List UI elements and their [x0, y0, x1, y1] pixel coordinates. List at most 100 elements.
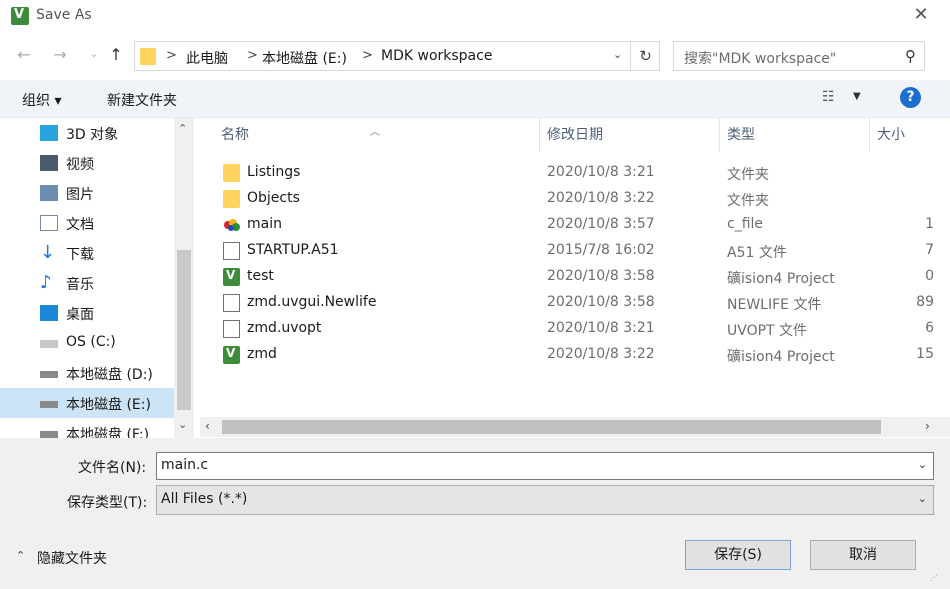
file-type: c_file: [727, 216, 764, 232]
breadcrumb-drive-e[interactable]: 本地磁盘 (E:): [262, 48, 347, 68]
filetype-select[interactable]: All Files (*.*) ⌄: [156, 485, 934, 515]
refresh-icon[interactable]: ↻: [630, 42, 660, 70]
close-icon[interactable]: ✕: [912, 6, 930, 24]
navigation-pane: 3D 对象 视频 图片 文档 ↓ 下载 ♪ 音乐 桌面 OS (C:) 本地磁盘…: [0, 118, 195, 438]
column-header-date[interactable]: 修改日期: [540, 118, 720, 152]
column-header-label: 修改日期: [547, 127, 603, 143]
file-name: test: [247, 268, 274, 284]
file-date: 2020/10/8 3:22: [547, 190, 655, 206]
sidebar-item-drive-e[interactable]: 本地磁盘 (E:): [0, 388, 174, 418]
help-icon[interactable]: ?: [900, 87, 921, 108]
sort-ascending-icon: ︿: [370, 127, 380, 138]
chevron-down-icon[interactable]: ⌄: [178, 418, 187, 431]
title-bar: Save As ✕: [0, 0, 950, 32]
file-list-scrollbar[interactable]: ‹ ›: [200, 417, 950, 437]
chevron-right-icon[interactable]: ›: [925, 419, 930, 433]
chevron-up-icon[interactable]: ⌃: [16, 549, 25, 562]
column-header-label: 名称: [221, 127, 249, 143]
search-input[interactable]: 搜索"MDK workspace": [684, 48, 836, 68]
column-header-type[interactable]: 类型: [720, 118, 870, 152]
scrollbar-thumb[interactable]: [177, 250, 191, 410]
file-row[interactable]: zmd.uvgui.Newlife 2020/10/8 3:58 NEWLIFE…: [200, 290, 950, 316]
back-arrow-icon[interactable]: ←: [14, 45, 34, 65]
file-type: A51 文件: [727, 245, 787, 261]
search-box[interactable]: 搜索"MDK workspace" ⚲: [673, 41, 925, 71]
chevron-down-icon[interactable]: ⌄: [613, 48, 622, 61]
scrollbar-thumb[interactable]: [222, 420, 881, 434]
file-name: Listings: [247, 164, 301, 180]
breadcrumb-separator[interactable]: >: [362, 48, 373, 63]
file-size: 1: [925, 216, 934, 232]
chevron-down-icon[interactable]: ⌄: [918, 492, 927, 505]
sidebar-item-desktop[interactable]: 桌面: [0, 298, 174, 328]
column-header-label: 类型: [727, 127, 755, 143]
file-size: 0: [925, 268, 934, 284]
file-row[interactable]: Listings 2020/10/8 3:21 文件夹: [200, 160, 950, 186]
file-row[interactable]: zmd 2020/10/8 3:22 礦ision4 Project 15: [200, 342, 950, 368]
file-date: 2020/10/8 3:22: [547, 346, 655, 362]
resize-grip-icon[interactable]: ⋰: [930, 573, 938, 582]
column-header-size[interactable]: 大小: [870, 118, 950, 152]
save-button[interactable]: 保存(S): [685, 540, 791, 570]
hide-folders-toggle[interactable]: 隐藏文件夹: [37, 548, 107, 568]
file-row[interactable]: Objects 2020/10/8 3:22 文件夹: [200, 186, 950, 212]
filename-field[interactable]: ⌄: [156, 452, 934, 480]
file-name: zmd.uvgui.Newlife: [247, 294, 377, 310]
breadcrumb-this-pc[interactable]: 此电脑: [186, 48, 228, 68]
breadcrumb-separator[interactable]: >: [166, 48, 177, 63]
file-type: 礦ision4 Project: [727, 349, 835, 365]
command-toolbar: 组织 ▾ 新建文件夹 ☷ ▼ ?: [0, 80, 950, 118]
column-header-name[interactable]: ︿ 名称: [200, 118, 540, 152]
sidebar-item-videos[interactable]: 视频: [0, 148, 174, 178]
c-file-icon: [223, 216, 240, 234]
chevron-down-icon[interactable]: ▼: [853, 91, 861, 102]
sidebar-item-documents[interactable]: 文档: [0, 208, 174, 238]
search-icon[interactable]: ⚲: [905, 47, 916, 65]
file-list: ︿ 名称 修改日期 类型 大小 Listings 2020/10/8 3:21 …: [200, 118, 950, 438]
sidebar-item-downloads[interactable]: ↓ 下载: [0, 238, 174, 268]
forward-arrow-icon[interactable]: →: [50, 45, 70, 65]
new-folder-button[interactable]: 新建文件夹: [107, 90, 177, 110]
cancel-button[interactable]: 取消: [810, 540, 916, 570]
sidebar-item-pictures[interactable]: 图片: [0, 178, 174, 208]
folder-icon: [223, 164, 240, 182]
sidebar-scrollbar[interactable]: ⌃ ⌄: [174, 118, 194, 438]
file-name: Objects: [247, 190, 300, 206]
chevron-up-icon[interactable]: ⌃: [178, 122, 187, 135]
sidebar-item-drive-d[interactable]: 本地磁盘 (D:): [0, 358, 174, 388]
organize-menu-button[interactable]: 组织 ▾: [22, 90, 61, 110]
file-row[interactable]: zmd.uvopt 2020/10/8 3:21 UVOPT 文件 6: [200, 316, 950, 342]
view-options-icon[interactable]: ☷: [822, 89, 835, 105]
file-size: 89: [916, 294, 934, 310]
document-icon: [223, 294, 240, 312]
file-row[interactable]: main 2020/10/8 3:57 c_file 1: [200, 212, 950, 238]
recent-locations-chevron-icon[interactable]: ⌄: [84, 45, 104, 65]
sidebar-item-music[interactable]: ♪ 音乐: [0, 268, 174, 298]
file-row[interactable]: test 2020/10/8 3:58 礦ision4 Project 0: [200, 264, 950, 290]
filename-input[interactable]: [161, 457, 901, 473]
file-name: zmd: [247, 346, 277, 362]
breadcrumb-mdk-workspace[interactable]: MDK workspace: [381, 48, 492, 64]
sidebar-item-drive-f[interactable]: 本地磁盘 (F:): [0, 418, 174, 438]
chevron-left-icon[interactable]: ‹: [205, 419, 210, 433]
chevron-down-icon[interactable]: ⌄: [918, 458, 927, 471]
sidebar-item-label: 本地磁盘 (D:): [66, 367, 153, 383]
sidebar-item-os-c[interactable]: OS (C:): [0, 328, 174, 358]
file-row[interactable]: STARTUP.A51 2015/7/8 16:02 A51 文件 7: [200, 238, 950, 264]
sidebar-item-label: 文档: [66, 217, 94, 233]
pictures-icon: [40, 185, 58, 201]
file-name: zmd.uvopt: [247, 320, 322, 336]
sidebar-item-3d-objects[interactable]: 3D 对象: [0, 118, 174, 148]
file-size: 15: [916, 346, 934, 362]
up-arrow-icon[interactable]: ↑: [106, 45, 126, 65]
breadcrumb-separator[interactable]: >: [247, 48, 258, 63]
file-date: 2020/10/8 3:58: [547, 268, 655, 284]
navigation-bar: ← → ⌄ ↑ > 此电脑 > 本地磁盘 (E:) > MDK workspac…: [0, 38, 950, 72]
file-type: 礦ision4 Project: [727, 271, 835, 287]
address-bar[interactable]: > 此电脑 > 本地磁盘 (E:) > MDK workspace ⌄ ↻: [134, 41, 660, 71]
file-date: 2020/10/8 3:58: [547, 294, 655, 310]
drive-icon: [40, 371, 58, 378]
video-icon: [40, 155, 58, 171]
file-name: STARTUP.A51: [247, 242, 339, 258]
file-type: NEWLIFE 文件: [727, 297, 822, 313]
